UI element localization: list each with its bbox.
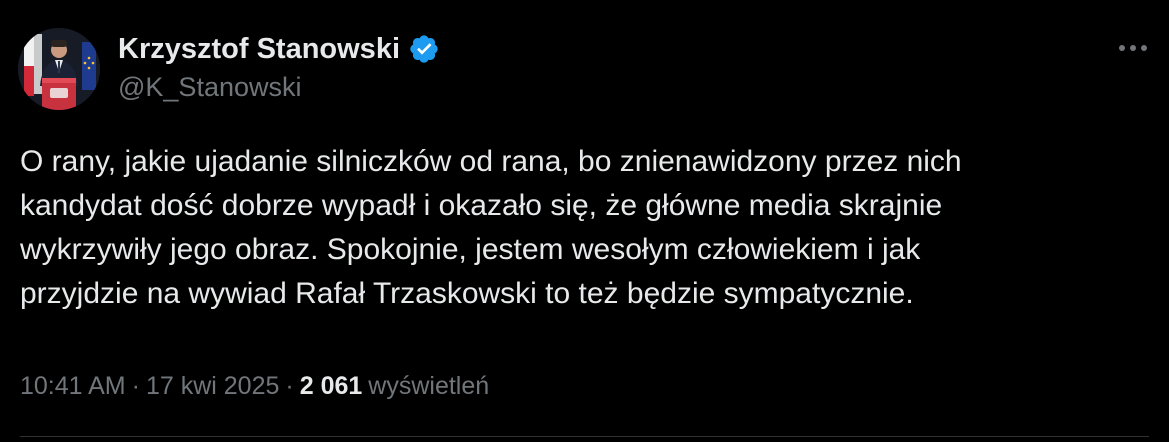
more-horizontal-icon [1119,45,1147,51]
tweet-text-line: O rany, jakie ujadanie silniczków od ran… [20,145,962,178]
author-name-row: Krzysztof Stanowski [118,30,440,68]
avatar[interactable] [18,28,100,110]
tweet-text-line: przyjdzie na wywiad Rafał Trzaskowski to… [20,277,914,310]
tweet-text-line: kandydat dość dobrze wypadł i okazało si… [20,189,943,222]
tweet-text-line: wykrzywiły jego obraz. Spokojnie, jestem… [20,233,921,266]
meta-separator: · [131,371,140,400]
author-name[interactable]: Krzysztof Stanowski [118,33,400,66]
author-handle[interactable]: @K_Stanowski [118,72,302,103]
divider [20,436,1149,437]
views-count: 2 061 [299,371,363,400]
verified-badge-icon[interactable] [408,33,440,65]
meta-separator: · [285,371,294,400]
tweet: Krzysztof Stanowski @K_Stanowski O rany,… [0,0,1169,442]
tweet-meta: 10:41 AM · 17 kwi 2025 · 2 061 wyświetle… [20,366,489,406]
more-options-button[interactable] [1110,32,1156,64]
tweet-time[interactable]: 10:41 AM [20,372,126,401]
avatar-image [18,28,100,110]
views-label: wyświetleń [368,371,490,400]
tweet-text: O rany, jakie ujadanie silniczków od ran… [20,140,1140,316]
tweet-date[interactable]: 17 kwi 2025 [146,372,279,401]
